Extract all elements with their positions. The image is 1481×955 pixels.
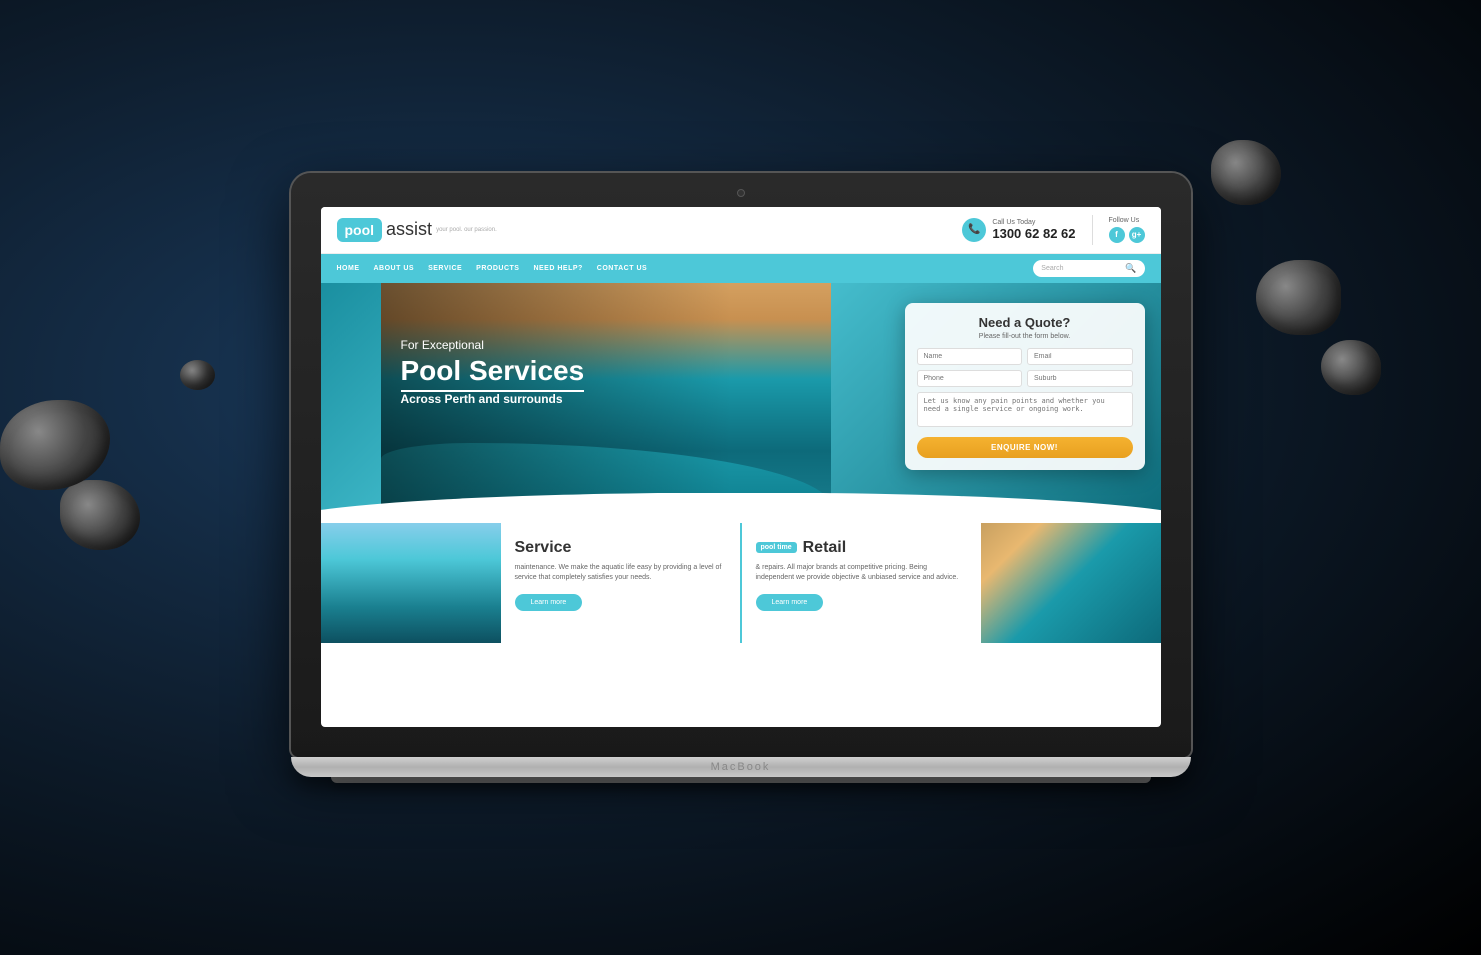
- follow-label: Follow Us: [1109, 217, 1145, 224]
- suburb-input[interactable]: [1027, 370, 1133, 387]
- service-title-1: Service: [515, 539, 726, 557]
- laptop-foot: [331, 777, 1151, 783]
- service-title-2: pool time Retail: [756, 539, 967, 557]
- asteroid-6: [1321, 340, 1381, 395]
- social-icons: f g+: [1109, 227, 1145, 243]
- nav-service[interactable]: SERVICE: [428, 265, 462, 272]
- laptop-outer: pool assist your pool. our passion. 📞 Ca…: [291, 173, 1191, 783]
- camera-dot: [737, 189, 745, 197]
- screen: pool assist your pool. our passion. 📞 Ca…: [321, 207, 1161, 727]
- site-nav: HOME ABOUT US SERVICE PRODUCTS NEED HELP…: [321, 254, 1161, 283]
- service-image-1: [321, 523, 501, 643]
- email-input[interactable]: [1027, 348, 1133, 365]
- quote-form-title: Need a Quote?: [917, 315, 1133, 330]
- learn-more-btn-1[interactable]: Learn more: [515, 594, 583, 611]
- hero-section: For Exceptional Pool Services Across Per…: [321, 283, 1161, 523]
- asteroid-4: [1211, 140, 1281, 205]
- header-divider: [1092, 215, 1093, 245]
- laptop-base: [291, 757, 1191, 777]
- service-image-2: [981, 523, 1161, 643]
- search-placeholder: Search: [1041, 265, 1121, 272]
- asteroid-5: [1256, 260, 1341, 335]
- service-content-1: Service maintenance. We make the aquatic…: [501, 523, 740, 643]
- nav-products[interactable]: PRODUCTS: [476, 265, 519, 272]
- nav-links: HOME ABOUT US SERVICE PRODUCTS NEED HELP…: [337, 265, 648, 272]
- logo-pool-text: pool: [337, 218, 383, 242]
- service-card-1: Service maintenance. We make the aquatic…: [321, 523, 740, 643]
- service-name-1: Service: [515, 539, 572, 557]
- asteroid-3: [180, 360, 215, 390]
- hero-title: Pool Services: [401, 356, 585, 387]
- logo-pool-box: pool: [337, 222, 383, 238]
- phone-number[interactable]: 1300 62 82 62: [992, 226, 1075, 241]
- logo-tagline: your pool. our passion.: [436, 227, 497, 233]
- learn-more-btn-2[interactable]: Learn more: [756, 594, 824, 611]
- phone-input[interactable]: [917, 370, 1023, 387]
- hero-title-text: Pool Services: [401, 355, 585, 392]
- service-content-2: pool time Retail & repairs. All major br…: [742, 523, 981, 643]
- logo-assist-text: assist: [386, 219, 432, 240]
- service-desc-1: maintenance. We make the aquatic life ea…: [515, 563, 726, 584]
- services-section: Service maintenance. We make the aquatic…: [321, 523, 1161, 643]
- call-label: Call Us Today: [992, 219, 1075, 226]
- form-row-1: [917, 348, 1133, 365]
- hero-tagline: Across Perth and surrounds: [401, 392, 585, 406]
- nav-need-help[interactable]: NEED HELP?: [533, 265, 582, 272]
- nav-about[interactable]: ABOUT US: [374, 265, 415, 272]
- header-right: 📞 Call Us Today 1300 62 82 62 Follow Us: [962, 215, 1144, 245]
- quote-form-subtitle: Please fill-out the form below.: [917, 333, 1133, 340]
- screen-bezel: pool assist your pool. our passion. 📞 Ca…: [291, 173, 1191, 757]
- search-icon: 🔍: [1125, 263, 1136, 274]
- phone-icon: 📞: [962, 218, 986, 242]
- hero-text: For Exceptional Pool Services Across Per…: [401, 338, 585, 407]
- enquire-button[interactable]: ENQUIRE NOW!: [917, 437, 1133, 458]
- quote-form: Need a Quote? Please fill-out the form b…: [905, 303, 1145, 470]
- website: pool assist your pool. our passion. 📞 Ca…: [321, 207, 1161, 727]
- call-info: Call Us Today 1300 62 82 62: [992, 219, 1075, 241]
- service-desc-2: & repairs. All major brands at competiti…: [756, 563, 967, 584]
- service-name-2: Retail: [803, 539, 847, 557]
- message-textarea[interactable]: [917, 392, 1133, 427]
- nav-contact[interactable]: CONTACT US: [597, 265, 647, 272]
- laptop: pool assist your pool. our passion. 📞 Ca…: [291, 173, 1191, 783]
- hero-subtitle: For Exceptional: [401, 338, 585, 352]
- form-row-2: [917, 370, 1133, 387]
- name-input[interactable]: [917, 348, 1023, 365]
- pool-time-badge: pool time: [756, 542, 797, 553]
- call-section: 📞 Call Us Today 1300 62 82 62: [962, 218, 1075, 242]
- site-header: pool assist your pool. our passion. 📞 Ca…: [321, 207, 1161, 254]
- service-card-2: pool time Retail & repairs. All major br…: [742, 523, 1161, 643]
- google-plus-icon[interactable]: g+: [1129, 227, 1145, 243]
- search-bar[interactable]: Search 🔍: [1033, 260, 1144, 277]
- facebook-icon[interactable]: f: [1109, 227, 1125, 243]
- nav-home[interactable]: HOME: [337, 265, 360, 272]
- follow-section: Follow Us f g+: [1109, 217, 1145, 243]
- logo-area: pool assist your pool. our passion.: [337, 219, 497, 240]
